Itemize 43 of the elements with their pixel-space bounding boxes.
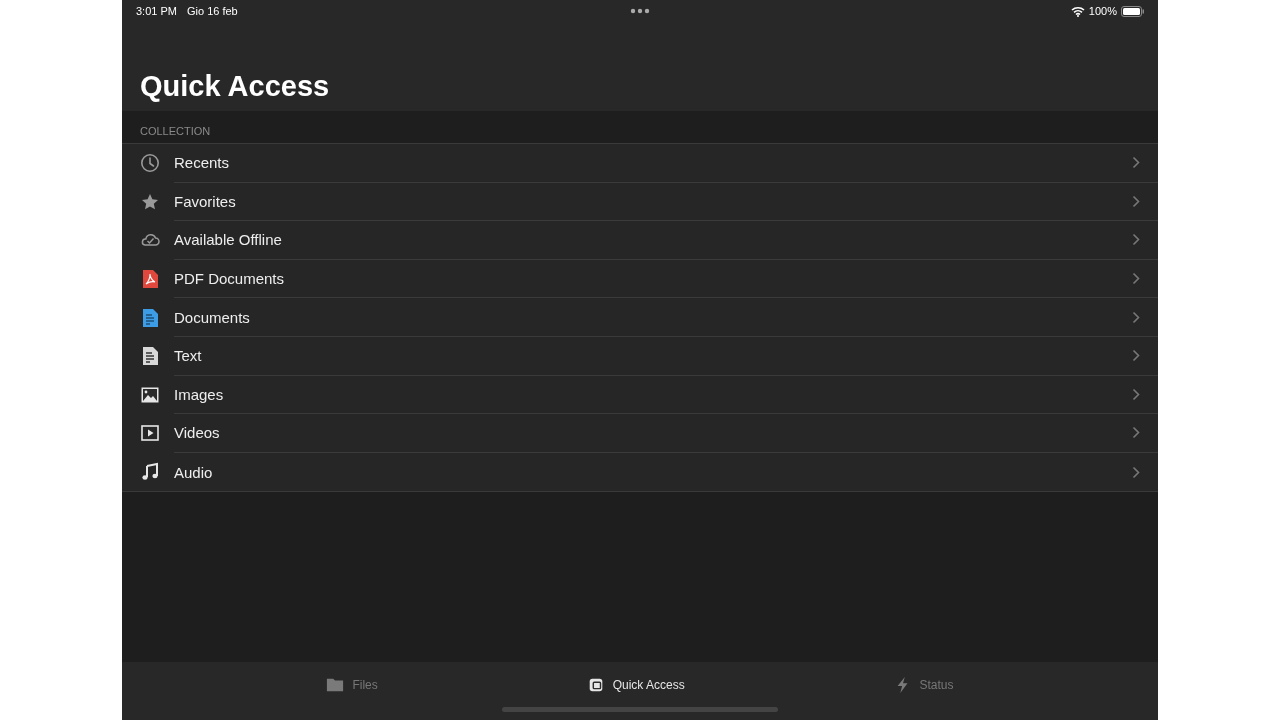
row-label: Text [174,347,202,365]
list-row[interactable]: Recents [122,144,1158,183]
row-label: Audio [174,463,213,481]
date: Gio 16 feb [186,5,238,17]
row-label: Recents [174,154,230,172]
list-row[interactable]: Audio [122,452,1158,492]
row-label: Images [174,385,224,403]
music-note-icon [140,462,160,483]
list-row[interactable]: Videos [122,414,1158,453]
chevron-right-icon [1132,156,1140,170]
chevron-right-icon [1132,272,1140,286]
row-label: Documents [174,308,250,326]
tab[interactable]: Quick Access [582,674,689,696]
battery-icon [1121,5,1144,17]
video-icon [140,423,160,444]
document-icon [140,307,160,328]
list-row[interactable]: Available Offline [122,221,1158,260]
chevron-right-icon [1132,310,1140,324]
clock-icon [140,153,160,174]
section-header: COLLECTION [140,125,211,137]
more-dots-icon [630,8,650,14]
page-title: Quick Access [140,70,330,103]
time: 3:01 PM [136,5,177,17]
list-row[interactable]: PDF Documents [122,259,1158,299]
row-label: Available Offline [174,231,282,249]
chevron-right-icon [1132,465,1140,479]
chevron-right-icon [1132,349,1140,363]
text-file-icon [140,346,160,367]
chevron-right-icon [1132,194,1140,208]
wifi-icon [1070,5,1085,17]
battery-percent: 100% [1088,5,1117,17]
list-row[interactable]: Images [122,375,1158,415]
list-row[interactable]: Favorites [122,182,1158,222]
row-label: Favorites [174,192,236,210]
row-label: PDF Documents [174,270,285,288]
chevron-right-icon [1132,233,1140,247]
row-label: Videos [174,424,220,442]
pdf-file-icon [140,269,160,290]
list-row[interactable]: Text [122,336,1158,376]
chevron-right-icon [1132,387,1140,401]
list-row[interactable]: Documents [122,298,1158,337]
folder-icon [326,676,345,694]
chevron-right-icon [1132,426,1140,440]
